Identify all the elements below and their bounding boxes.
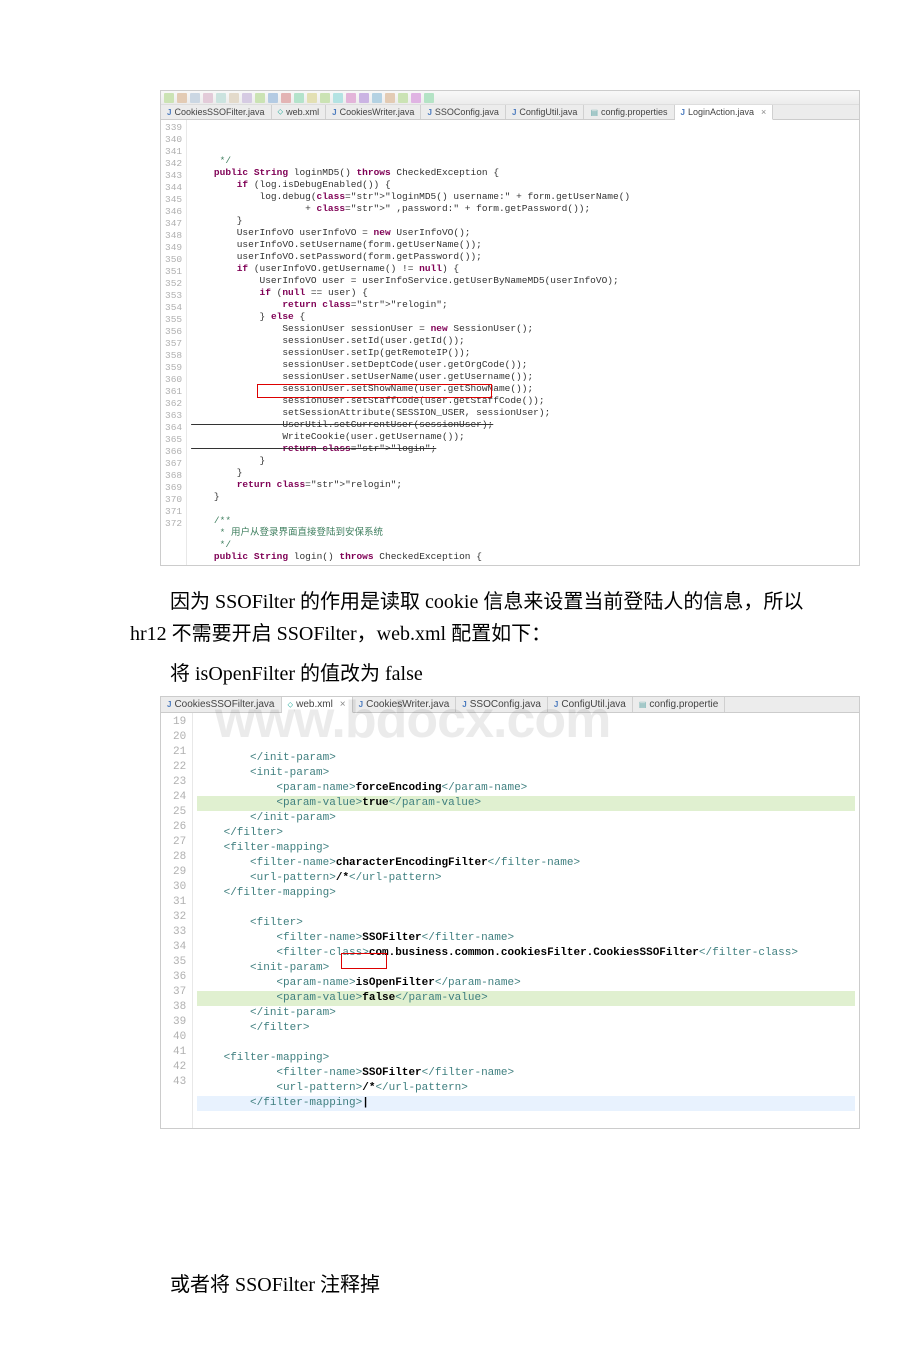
- close-icon[interactable]: ×: [340, 699, 346, 710]
- ide2-code[interactable]: </init-param> <init-param> <param-name>f…: [193, 713, 859, 1128]
- xml-icon: ⬦: [288, 700, 294, 710]
- java-icon: J: [359, 700, 363, 709]
- java-icon: J: [512, 108, 516, 117]
- java-icon: J: [462, 700, 466, 709]
- paragraph-3: 或者将 SSOFilter 注释掉: [0, 1269, 920, 1301]
- paragraph-1: 因为 SSOFilter 的作用是读取 cookie 信息来设置当前登陆人的信息…: [0, 586, 920, 650]
- ide-screenshot-1: JCookiesSSOFilter.java ⬦web.xml JCookies…: [160, 90, 860, 566]
- java-icon: J: [167, 108, 171, 117]
- java-icon: J: [332, 108, 336, 117]
- java-icon: J: [427, 108, 431, 117]
- ide2-tab-1[interactable]: ⬦web.xml×: [282, 697, 353, 713]
- java-icon: J: [681, 108, 685, 117]
- ide1-tab-4[interactable]: JConfigUtil.java: [506, 105, 584, 119]
- ide1-tab-6[interactable]: JLoginAction.java×: [675, 105, 774, 120]
- java-icon: J: [554, 700, 558, 709]
- ide-screenshot-2: JCookiesSSOFilter.java ⬦web.xml× JCookie…: [160, 696, 860, 1129]
- ide1-tab-0[interactable]: JCookiesSSOFilter.java: [161, 105, 272, 119]
- ide2-tab-2[interactable]: JCookiesWriter.java: [353, 697, 457, 712]
- ide1-tab-1[interactable]: ⬦web.xml: [272, 105, 327, 119]
- ide1-tab-3[interactable]: JSSOConfig.java: [421, 105, 506, 119]
- ide2-gutter: 1920212223242526272829303132333435363738…: [161, 713, 193, 1128]
- close-icon[interactable]: ×: [761, 107, 766, 117]
- xml-icon: ⬦: [278, 107, 284, 117]
- props-icon: ▤: [590, 108, 598, 117]
- ide1-tab-2[interactable]: JCookiesWriter.java: [326, 105, 421, 119]
- ide-toolbar: [161, 91, 859, 105]
- ide1-code[interactable]: */ public String loginMD5() throws Check…: [187, 120, 859, 565]
- ide1-code-area: 3393403413423433443453463473483493503513…: [161, 120, 859, 565]
- ide1-tab-5[interactable]: ▤config.properties: [584, 105, 674, 119]
- ide2-tab-4[interactable]: JConfigUtil.java: [548, 697, 633, 712]
- ide2-tab-0[interactable]: JCookiesSSOFilter.java: [161, 697, 282, 712]
- props-icon: ▤: [639, 700, 647, 709]
- ide1-gutter: 3393403413423433443453463473483493503513…: [161, 120, 187, 565]
- java-icon: J: [167, 700, 171, 709]
- ide2-tab-5[interactable]: ▤config.propertie: [633, 697, 726, 712]
- paragraph-2: 将 isOpenFilter 的值改为 false: [0, 658, 920, 690]
- ide2-tabbar: JCookiesSSOFilter.java ⬦web.xml× JCookie…: [161, 697, 859, 713]
- ide1-tabbar: JCookiesSSOFilter.java ⬦web.xml JCookies…: [161, 105, 859, 120]
- ide2-tab-3[interactable]: JSSOConfig.java: [456, 697, 548, 712]
- ide2-code-area: 1920212223242526272829303132333435363738…: [161, 713, 859, 1128]
